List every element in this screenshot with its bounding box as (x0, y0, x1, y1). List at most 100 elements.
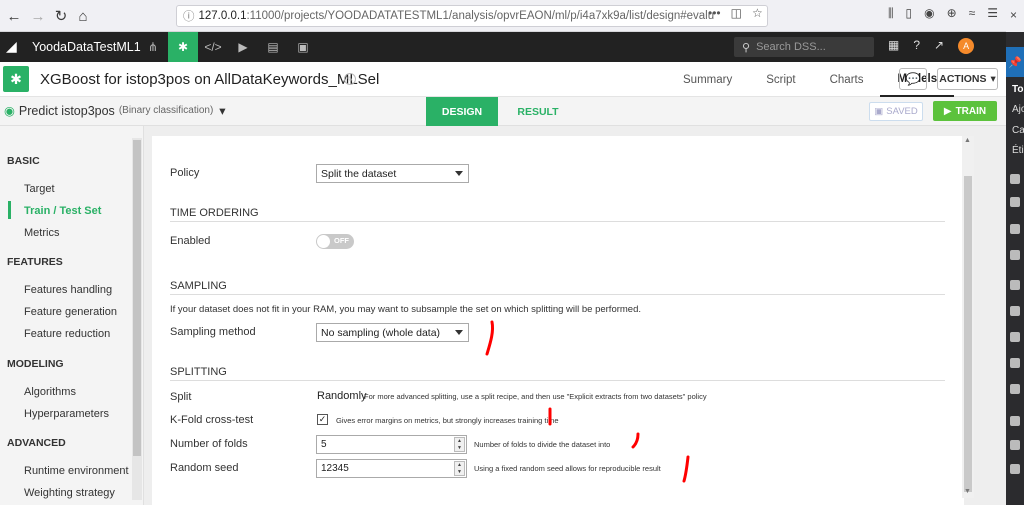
wrench-icon[interactable] (1010, 384, 1020, 394)
sidebar-item-train-test-set[interactable]: Train / Test Set (24, 205, 101, 217)
mail-icon[interactable] (1010, 250, 1020, 260)
scroll-up-icon[interactable]: ▲ (964, 137, 971, 144)
tab-charts[interactable]: Charts (813, 62, 881, 97)
dashboard-icon[interactable]: ▣ (288, 32, 318, 62)
chat-icon: 💬 (905, 72, 921, 86)
main-scroll-thumb[interactable] (964, 176, 972, 492)
search-input[interactable]: ⚲ Search DSS... (734, 37, 874, 57)
sidebar-item-metrics[interactable]: Metrics (24, 227, 59, 239)
stepper-icon[interactable]: ▲ ▼ (454, 437, 465, 452)
seed-input[interactable]: 12345 ▲ ▼ (316, 459, 467, 478)
sidebar-item-features-handling[interactable]: Features handling (24, 284, 112, 296)
sidebar-item-target[interactable]: Target (24, 183, 55, 195)
devtools-icon[interactable]: ≈ (969, 6, 976, 21)
extension-icon[interactable]: ⊕ (947, 6, 957, 21)
flow-icon[interactable]: ⋔ (138, 32, 168, 62)
dss-nav: ⋔ ✱ </> ▶ ▤ ▣ (138, 32, 318, 62)
dss-topbar: ◢ YoodaDataTestML1 ⋔ ✱ </> ▶ ▤ ▣ ⚲ Searc… (0, 32, 1006, 62)
kfold-checkbox[interactable]: ✓ (317, 414, 328, 425)
saved-button[interactable]: ▣ SAVED (869, 102, 923, 121)
tool-icon[interactable] (1010, 358, 1020, 368)
sidebar-item-feature-generation[interactable]: Feature generation (24, 306, 117, 318)
saved-label: SAVED (886, 106, 918, 117)
activity-icon[interactable]: ↗ (934, 38, 944, 54)
run-icon[interactable]: ▶ (228, 32, 258, 62)
project-name[interactable]: YoodaDataTestML1 (32, 40, 141, 54)
account-icon[interactable]: ◉ (924, 6, 934, 21)
predict-type: (Binary classification) (118, 105, 214, 116)
lab-icon[interactable]: ✱ (168, 32, 198, 62)
policy-select[interactable]: Split the dataset (316, 164, 469, 183)
pin-icon[interactable]: 📌 (1006, 47, 1024, 77)
user-icon[interactable] (1010, 332, 1020, 342)
chat-icon[interactable] (1010, 224, 1020, 234)
tool-icon[interactable] (1010, 174, 1020, 184)
search-placeholder: Search DSS... (756, 41, 826, 53)
caret-down-icon: ▾ (990, 73, 996, 85)
forward-icon[interactable]: → (27, 5, 49, 27)
predict-selector[interactable]: ◉ Predict istop3pos (Binary classificati… (4, 103, 226, 119)
library-icon[interactable]: ⫼ (888, 6, 894, 21)
divider (170, 221, 945, 222)
policy-label: Policy (170, 167, 200, 179)
back-icon[interactable]: ← (3, 5, 25, 27)
caret-down-icon (455, 330, 463, 335)
code-icon[interactable]: </> (198, 32, 228, 62)
time-ordering-toggle[interactable]: OFF (316, 234, 354, 249)
avatar[interactable]: A (958, 38, 975, 54)
sidebar-item-weighting-strategy[interactable]: Weighting strategy (24, 487, 115, 499)
bookmark-star-icon[interactable]: ☆ (752, 6, 763, 20)
url-bar[interactable]: ⓘ 127.0.0.1:11000/projects/YOODADATATEST… (176, 5, 768, 27)
browser-side-panel: 📌 To Ajo Ca Éti (1006, 32, 1024, 505)
browser-extensions: ⫼ ▯ ◉ ⊕ ≈ ☰ (888, 6, 998, 21)
tool-icon[interactable] (1010, 197, 1020, 207)
deploy-icon[interactable]: ▤ (258, 32, 288, 62)
sidebar-icon[interactable]: ▯ (905, 6, 912, 21)
predict-label: Predict istop3pos (18, 103, 115, 118)
dss-logo-icon[interactable]: ◢ (6, 38, 24, 56)
side-strip-close-icon[interactable]: × (1006, 0, 1024, 32)
home-icon[interactable]: ⌂ (72, 5, 94, 27)
pocket-icon[interactable]: ◫ (731, 6, 742, 20)
sidebar-item-hyperparameters[interactable]: Hyperparameters (24, 408, 109, 420)
sidebar-item-feature-reduction[interactable]: Feature reduction (24, 328, 110, 340)
reload-icon[interactable]: ↻ (50, 5, 72, 27)
tab-result[interactable]: RESULT (508, 97, 568, 126)
tool-icon[interactable] (1010, 416, 1020, 426)
play-icon: ▶ (943, 105, 952, 117)
tool-icon[interactable] (1010, 464, 1020, 474)
main-scrollbar[interactable]: ▲ ▼ (962, 136, 974, 498)
page-actions-icon[interactable]: ••• (708, 6, 721, 20)
page-title[interactable]: XGBoost for istop3pos on AllDataKeywords… (40, 71, 379, 88)
tab-design[interactable]: DESIGN (426, 97, 498, 126)
sidebar-scrollbar[interactable] (132, 138, 142, 500)
tool-icon[interactable] (1010, 306, 1020, 316)
sidebar-item-algorithms[interactable]: Algorithms (24, 386, 76, 398)
tab-script[interactable]: Script (749, 62, 812, 97)
sidebar-section-modeling: MODELING (7, 358, 64, 370)
sampling-method-select[interactable]: No sampling (whole data) (316, 323, 469, 342)
tool-icon[interactable] (1010, 280, 1020, 290)
kfold-help: Gives error margins on metrics, but stro… (336, 416, 559, 425)
divider (170, 294, 945, 295)
folds-input[interactable]: 5 ▲ ▼ (316, 435, 467, 454)
annotation-stroke (485, 320, 494, 356)
apps-grid-icon[interactable]: ▦ (888, 38, 899, 54)
edit-icon[interactable]: ✎ (344, 73, 356, 85)
tool-icon[interactable] (1010, 440, 1020, 450)
side-label: To (1012, 84, 1024, 95)
actions-button[interactable]: ACTIONS ▾ (937, 68, 998, 90)
menu-icon[interactable]: ☰ (987, 6, 998, 21)
tab-summary[interactable]: Summary (666, 62, 749, 97)
browser-toolbar: ← → ↻ ⌂ ⓘ 127.0.0.1:11000/projects/YOODA… (0, 0, 1006, 32)
annotation-stroke (631, 432, 640, 449)
scroll-down-icon[interactable]: ▼ (964, 488, 971, 495)
analysis-icon: ✱ (3, 66, 29, 92)
help-icon[interactable]: ? (913, 38, 920, 54)
sidebar-scroll-thumb[interactable] (133, 140, 141, 456)
sidebar-item-runtime-environment[interactable]: Runtime environment (24, 465, 129, 477)
folds-value: 5 (321, 439, 327, 450)
stepper-icon[interactable]: ▲ ▼ (454, 461, 465, 476)
discussions-button[interactable]: 💬 (899, 68, 927, 90)
train-button[interactable]: ▶ TRAIN (933, 101, 997, 121)
